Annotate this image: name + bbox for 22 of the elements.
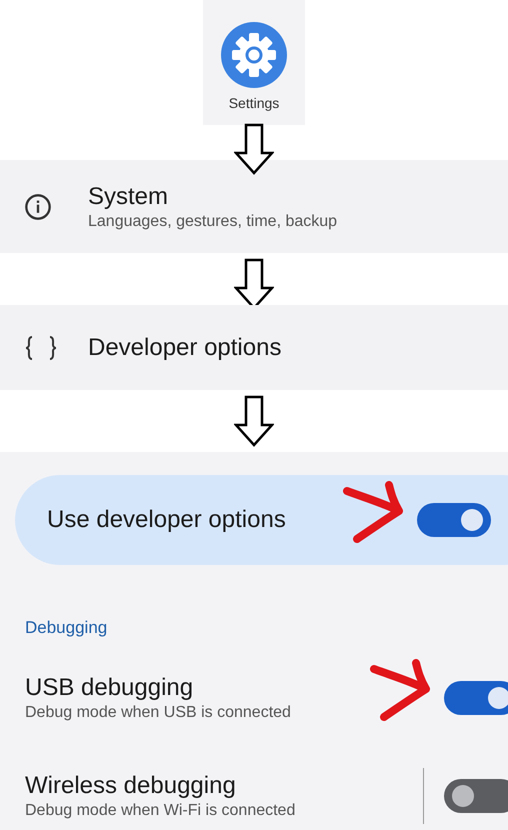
info-icon [24, 192, 52, 220]
settings-menu-item[interactable]: Developer options [0, 305, 508, 390]
item-title: Developer options [88, 332, 282, 362]
app-label: Settings [228, 94, 280, 113]
toggle-title: Wireless debugging [25, 771, 237, 801]
toggle-switch[interactable] [444, 681, 508, 715]
settings-app-tile[interactable]: Settings [203, 0, 305, 125]
item-title: System [88, 182, 170, 212]
settings-menu-item[interactable]: System Languages, gestures, time, backup [0, 160, 508, 253]
toggle-switch[interactable] [444, 779, 508, 813]
toggle-subtitle: Debug mode when USB is connected [25, 703, 292, 723]
down-arrow-icon [234, 123, 274, 175]
toggle-switch[interactable] [417, 503, 491, 537]
switch-card[interactable]: Use developer options [15, 475, 508, 565]
section-header: Debugging [25, 617, 108, 639]
item-subtitle: Languages, gestures, time, backup [88, 212, 338, 232]
code-braces-icon [24, 334, 58, 360]
toggle-subtitle: Debug mode when Wi-Fi is connected [25, 801, 296, 821]
down-arrow-icon [234, 395, 274, 447]
gear-icon [221, 22, 287, 88]
toggle-title: USB debugging [25, 673, 194, 703]
switch-label: Use developer options [47, 505, 287, 535]
